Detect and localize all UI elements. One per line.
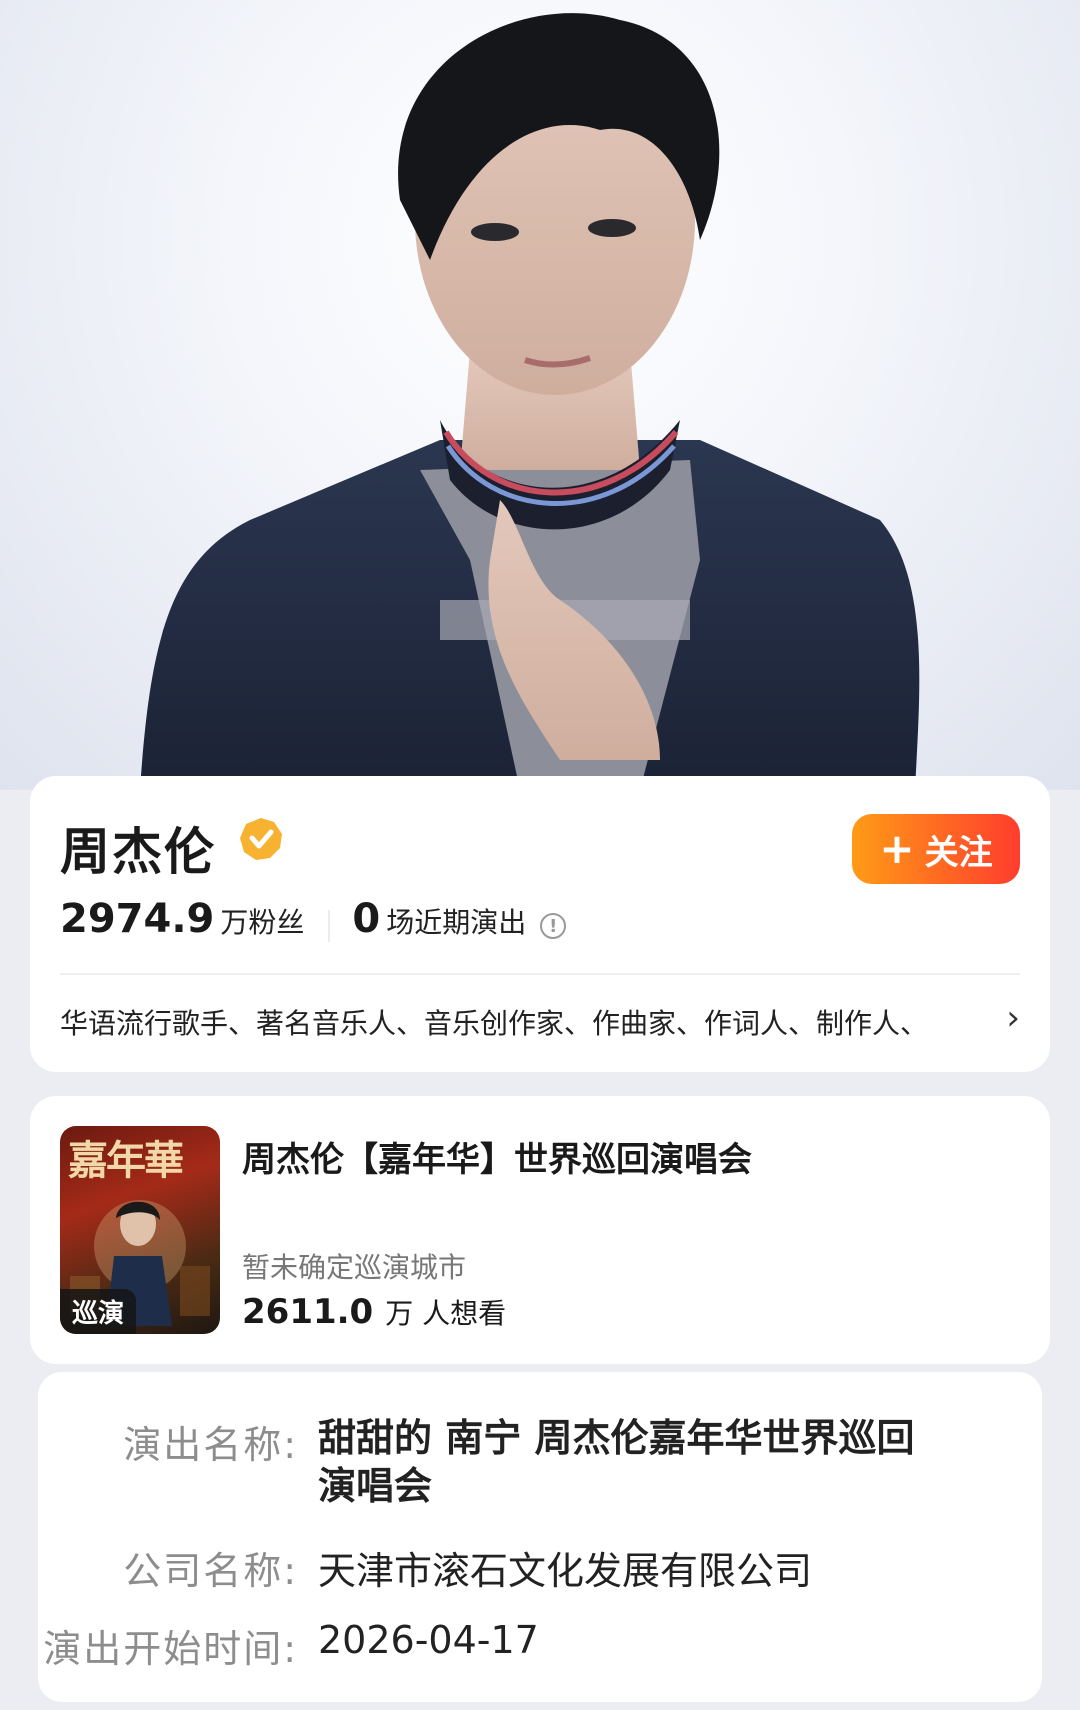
artist-tags: 华语流行歌手、著名音乐人、音乐创作家、作曲家、作词人、制作人、 bbox=[60, 1007, 929, 1040]
fans-count: 2974.9 bbox=[60, 896, 215, 942]
company-row: 公司名称: 天津市滚石文化发展有限公司 bbox=[38, 1540, 812, 1595]
start-time-row: 演出开始时间: 2026-04-17 bbox=[38, 1618, 539, 1673]
show-name-value: 甜甜的 南宁 周杰伦嘉年华世界巡回演唱会 bbox=[318, 1416, 915, 1508]
concert-title: 周杰伦【嘉年华】世界巡回演唱会 bbox=[242, 1140, 752, 1180]
chevron-right-icon[interactable]: › bbox=[1006, 998, 1020, 1038]
start-time-value: 2026-04-17 bbox=[318, 1618, 539, 1662]
info-icon[interactable]: ! bbox=[540, 913, 567, 939]
start-time-label: 演出开始时间: bbox=[43, 1627, 298, 1671]
artist-name: 周杰伦 bbox=[60, 823, 216, 881]
artist-hero-image bbox=[0, 0, 1080, 790]
follow-button-label: 关注 bbox=[924, 832, 993, 873]
stats-divider bbox=[328, 910, 331, 942]
fans-unit: 万粉丝 bbox=[220, 906, 305, 939]
divider bbox=[60, 973, 1020, 975]
concert-card[interactable]: 嘉年華 巡演 周杰伦【嘉年华】世界巡回演唱会 暂未确定巡演城市 2611.0 万… bbox=[30, 1096, 1050, 1364]
show-name-label: 演出名称: bbox=[123, 1423, 298, 1467]
show-detail-card: 演出名称: 甜甜的 南宁 周杰伦嘉年华世界巡回演唱会 公司名称: 天津市滚石文化… bbox=[38, 1372, 1042, 1702]
show-name-row: 演出名称: 甜甜的 南宁 周杰伦嘉年华世界巡回演唱会 bbox=[38, 1414, 938, 1510]
company-label: 公司名称: bbox=[123, 1549, 298, 1593]
company-value: 天津市滚石文化发展有限公司 bbox=[318, 1549, 813, 1593]
follow-button[interactable]: + 关注 bbox=[852, 814, 1020, 884]
want-count-number: 2611.0 bbox=[242, 1292, 374, 1332]
artist-profile-card: 周杰伦 + 关注 2974.9 万粉丝 0 场近期演出 ! 华语流行歌手、著名音… bbox=[30, 776, 1050, 1072]
shows-unit: 场近期演出 bbox=[386, 906, 527, 939]
verified-badge-icon bbox=[240, 818, 282, 860]
poster-title: 嘉年華 bbox=[68, 1137, 184, 1184]
shows-count: 0 bbox=[352, 896, 381, 942]
artist-stats: 2974.9 万粉丝 0 场近期演出 ! bbox=[60, 896, 567, 956]
want-count-unit: 万 人想看 bbox=[385, 1297, 507, 1330]
plus-icon: + bbox=[879, 824, 915, 873]
tour-badge: 巡演 bbox=[60, 1289, 137, 1334]
want-to-see-count: 2611.0 万 人想看 bbox=[242, 1292, 506, 1332]
concert-poster: 嘉年華 巡演 bbox=[60, 1126, 220, 1334]
artist-portrait-illustration bbox=[140, 13, 920, 790]
concert-city: 暂未确定巡演城市 bbox=[242, 1251, 467, 1284]
